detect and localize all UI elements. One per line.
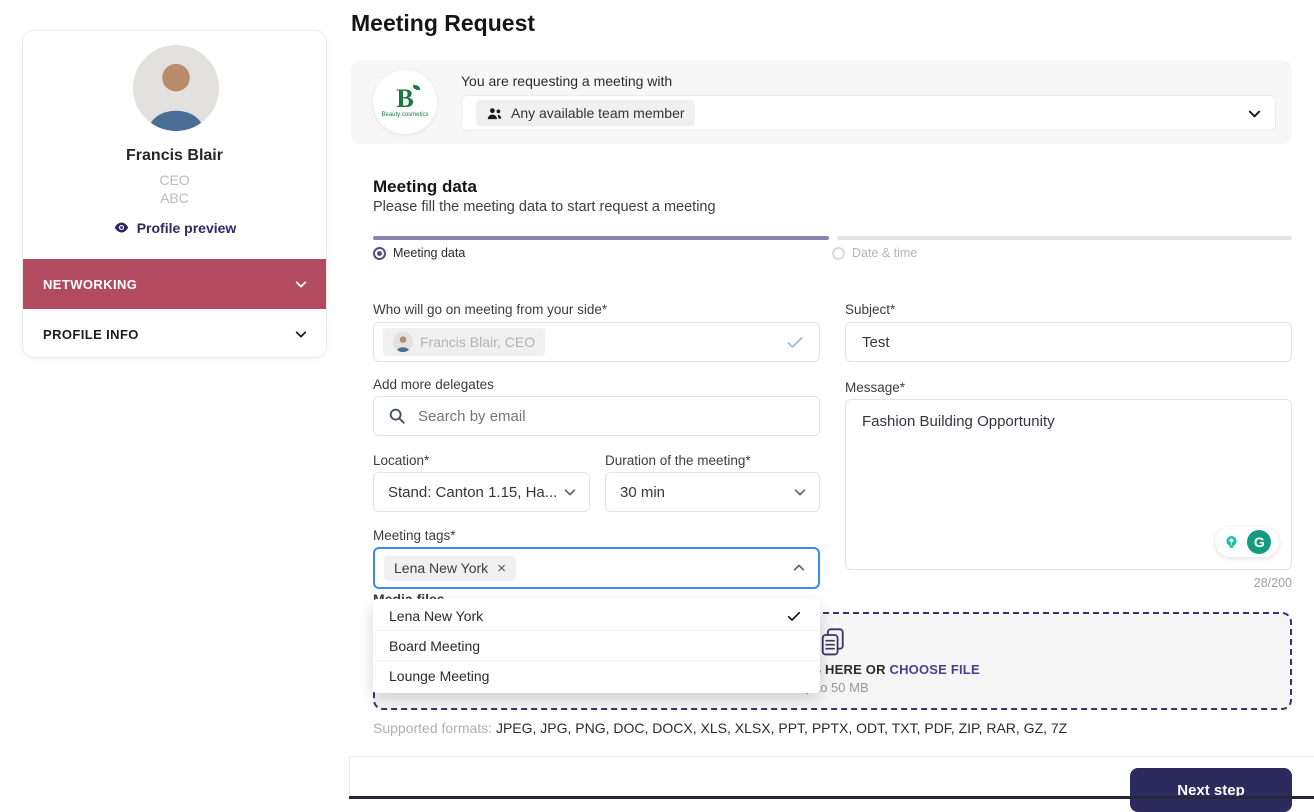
check-icon (785, 332, 805, 352)
grammarly-g-icon: G (1247, 530, 1271, 554)
suggestion-bulb-icon (1223, 534, 1240, 551)
sidebar-item-profile-info[interactable]: PROFILE INFO (23, 309, 327, 358)
step-meeting-data[interactable]: Meeting data (373, 246, 465, 260)
tag-option-lounge-meeting[interactable]: Lounge Meeting (373, 661, 820, 691)
profile-card: Francis Blair CEO ABC Profile preview NE… (22, 30, 327, 358)
progress-bar-active (373, 236, 829, 240)
delegate-chip: Francis Blair, CEO (383, 328, 545, 356)
subject-field[interactable] (845, 322, 1292, 362)
chevron-down-icon (294, 327, 308, 341)
files-icon (818, 627, 848, 659)
grammarly-widget[interactable]: G (1215, 527, 1279, 557)
tags-multiselect[interactable]: Lena New York × (373, 547, 820, 589)
next-step-button[interactable]: Next step (1130, 768, 1292, 812)
profile-role: CEO (23, 172, 326, 188)
requesting-label: You are requesting a meeting with (461, 73, 672, 89)
section-title: Meeting data (373, 177, 477, 197)
duration-label: Duration of the meeting* (605, 453, 751, 468)
profile-preview-link[interactable]: Profile preview (23, 219, 326, 236)
tag-option-board-meeting[interactable]: Board Meeting (373, 631, 820, 661)
subject-label: Subject* (845, 302, 895, 317)
subject-input[interactable] (862, 334, 1275, 351)
tag-chip: Lena New York × (384, 556, 516, 581)
duration-select[interactable]: 30 min (605, 472, 820, 512)
add-delegates-label: Add more delegates (373, 377, 494, 392)
progress-bar-idle (837, 236, 1292, 240)
chevron-up-icon (792, 561, 806, 575)
supported-formats: Supported formats: JPEG, JPG, PNG, DOC, … (373, 720, 1067, 736)
eye-icon (113, 219, 130, 236)
meeting-with-banner: B Beauty cosmetics You are requesting a … (351, 60, 1292, 144)
tags-label: Meeting tags* (373, 528, 456, 543)
message-label: Message* (845, 380, 905, 395)
delegate-field[interactable]: Francis Blair, CEO (373, 322, 820, 362)
search-email-input[interactable] (418, 408, 805, 425)
check-icon (786, 608, 802, 624)
search-icon (388, 407, 406, 425)
avatar (133, 45, 219, 131)
radio-on-icon (373, 247, 386, 260)
message-field[interactable]: Fashion Building Opportunity G (845, 399, 1292, 570)
radio-off-icon (832, 247, 845, 260)
profile-name: Francis Blair (23, 147, 326, 165)
avatar (393, 332, 413, 352)
char-counter: 28/200 (845, 576, 1292, 590)
chevron-down-icon (793, 485, 807, 499)
location-label: Location* (373, 453, 429, 468)
choose-file-link[interactable]: CHOOSE FILE (890, 662, 980, 677)
chevron-down-icon (294, 277, 308, 291)
search-email-field[interactable] (373, 396, 820, 436)
profile-company: ABC (23, 190, 326, 206)
section-subtitle: Please fill the meeting data to start re… (373, 199, 716, 215)
team-member-select[interactable]: Any available team member (461, 95, 1276, 131)
chevron-down-icon (563, 485, 577, 499)
step-date-time[interactable]: Date & time (832, 246, 917, 260)
sidebar-item-networking[interactable]: NETWORKING (23, 259, 327, 309)
company-logo: B Beauty cosmetics (373, 70, 437, 134)
chevron-down-icon (1247, 106, 1261, 120)
location-select[interactable]: Stand: Canton 1.15, Ha... (373, 472, 590, 512)
tags-dropdown: Lena New York Board Meeting Lounge Meeti… (373, 599, 820, 693)
tag-option-lena-new-york[interactable]: Lena New York (373, 601, 820, 631)
team-member-chip: Any available team member (476, 100, 695, 126)
remove-tag-icon[interactable]: × (497, 560, 506, 577)
page-title: Meeting Request (351, 10, 535, 37)
people-icon (486, 106, 503, 121)
delegate-label: Who will go on meeting from your side* (373, 302, 607, 317)
